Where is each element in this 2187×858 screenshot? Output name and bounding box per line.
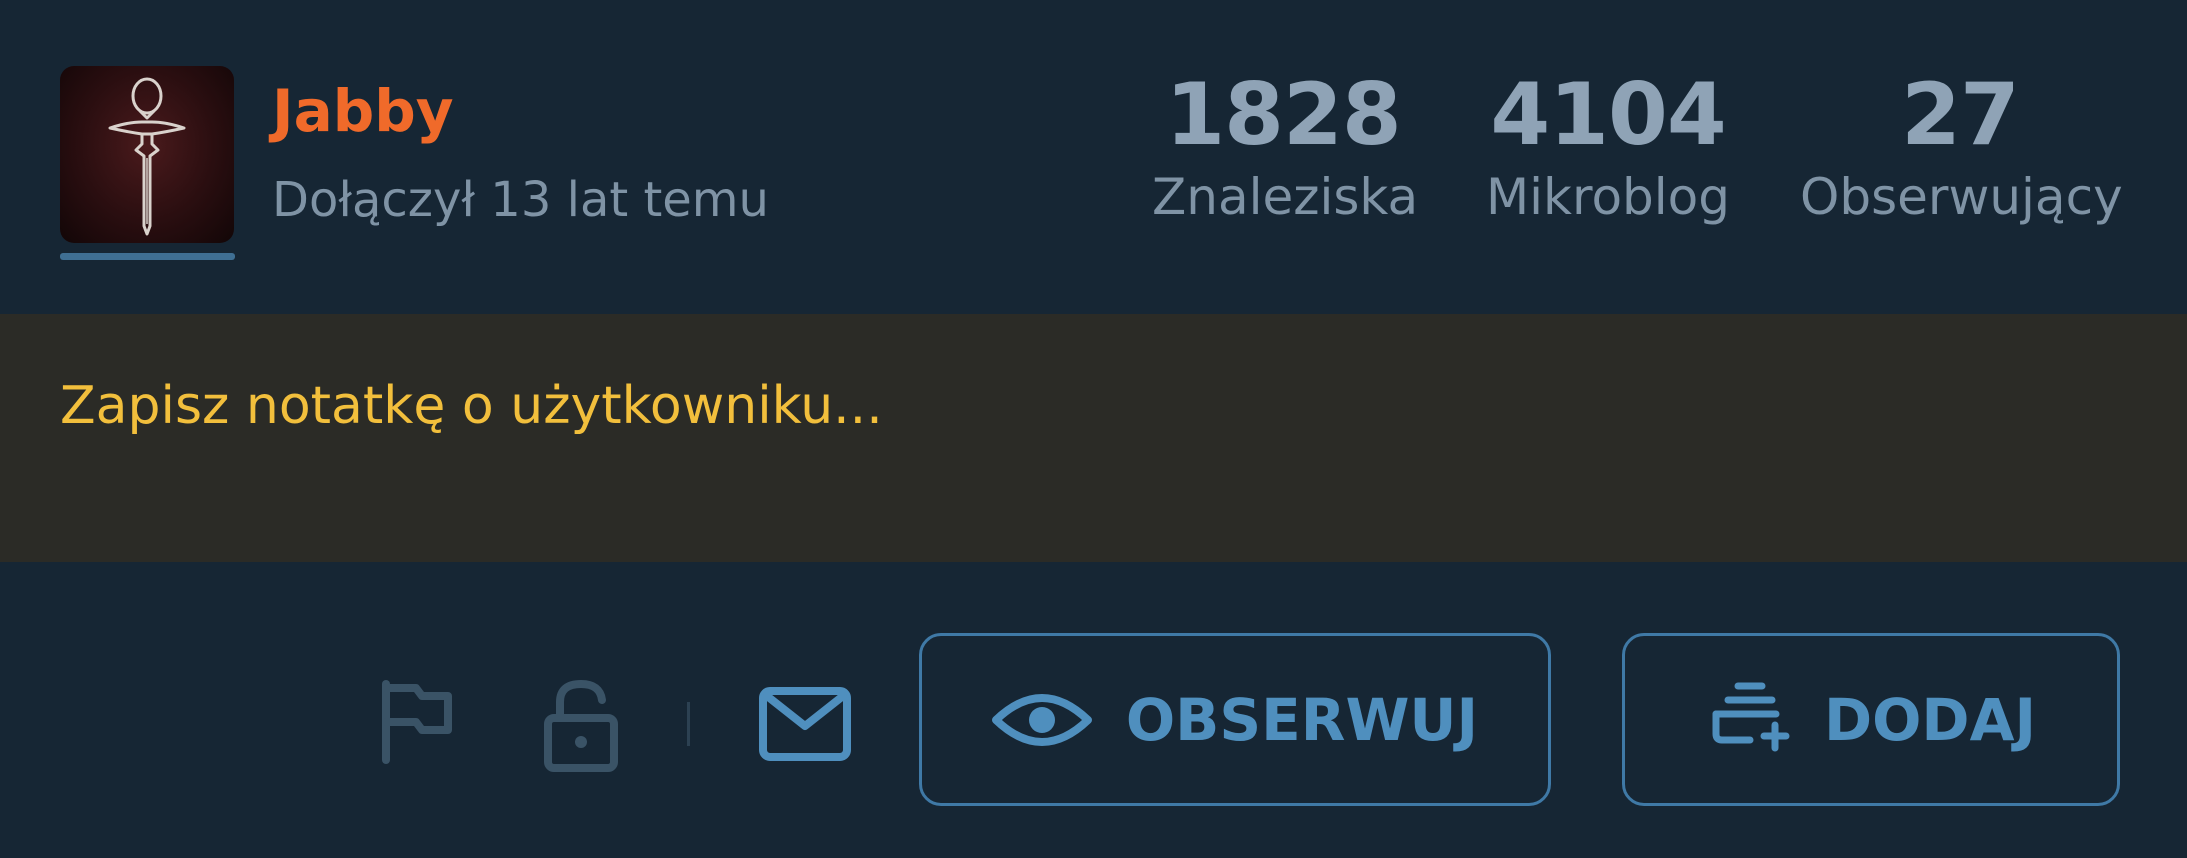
profile-header: Jabby Dołączył 13 lat temu 1828 Znalezis… [0, 0, 2187, 314]
flag-icon [382, 680, 452, 764]
send-message-button[interactable] [758, 686, 852, 762]
stat-microblog-count: 4104 [1490, 65, 1726, 165]
stat-links[interactable]: 1828 Znaleziska [1152, 65, 1419, 226]
stat-followers[interactable]: 27 Obserwujący [1800, 65, 2123, 226]
avatar-active-indicator [60, 253, 235, 260]
block-button[interactable] [542, 678, 620, 774]
action-separator [687, 702, 690, 746]
stat-followers-count: 27 [1901, 65, 2020, 165]
eye-icon [991, 693, 1092, 746]
stat-microblog[interactable]: 4104 Mikroblog [1482, 72, 1734, 222]
user-note-area [0, 314, 2187, 562]
stat-links-count: 1828 [1165, 65, 1401, 165]
mail-icon [759, 687, 851, 761]
joined-date: Dołączył 13 lat temu [272, 172, 769, 228]
ankh-sword-icon [108, 77, 186, 236]
follow-button[interactable]: OBSERWUJ [919, 633, 1551, 806]
follow-button-label: OBSERWUJ [1125, 685, 1479, 754]
stat-microblog-label: Mikroblog [1486, 168, 1730, 226]
username-link[interactable]: Jabby [272, 82, 454, 140]
lock-icon [544, 680, 618, 772]
add-to-list-icon [1712, 682, 1790, 751]
action-bar: OBSERWUJ DODAJ [0, 562, 2187, 858]
stat-links-label: Znaleziska [1152, 168, 1419, 226]
stat-followers-label: Obserwujący [1800, 168, 2123, 226]
user-note-input[interactable] [60, 366, 2120, 446]
avatar[interactable] [60, 66, 234, 243]
user-profile-card: Jabby Dołączył 13 lat temu 1828 Znalezis… [0, 0, 2187, 858]
report-button[interactable] [378, 678, 456, 766]
add-button-label: DODAJ [1823, 685, 2037, 754]
add-to-list-button[interactable]: DODAJ [1622, 633, 2120, 806]
